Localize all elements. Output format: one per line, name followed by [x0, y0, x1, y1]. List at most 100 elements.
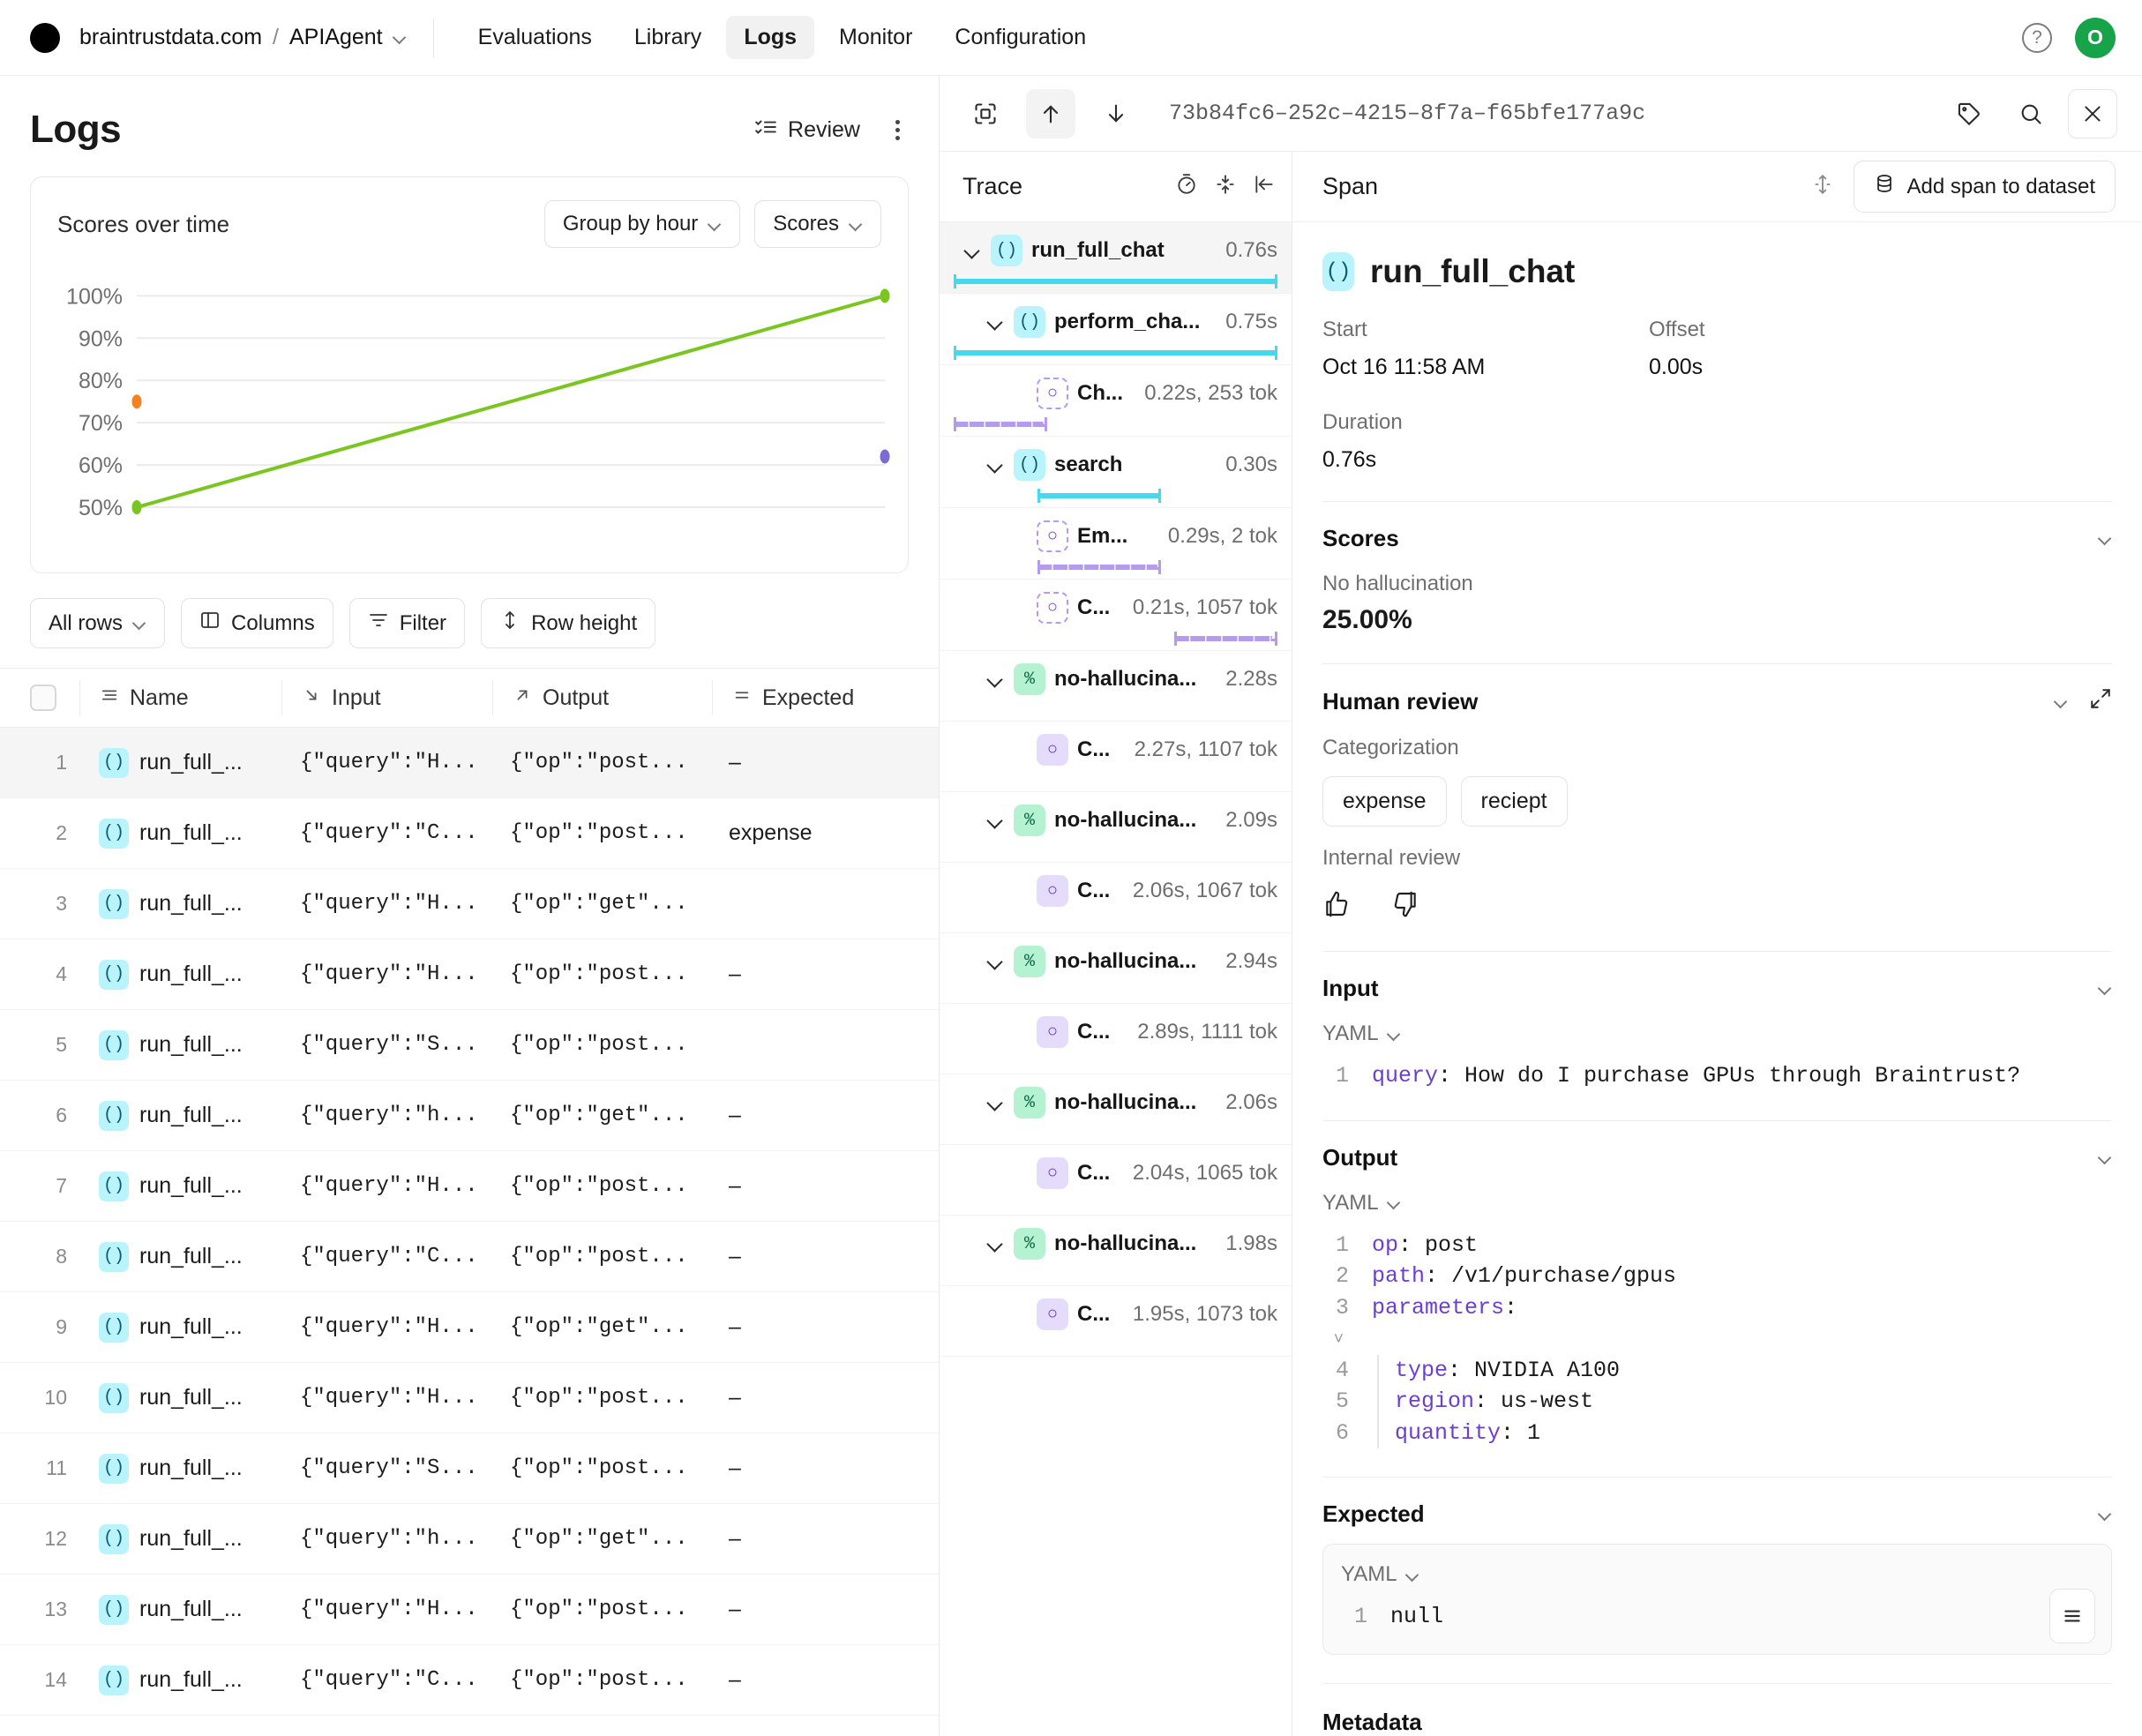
row-height-button[interactable]: Row height: [481, 598, 655, 648]
column-header-name[interactable]: Name: [80, 685, 281, 711]
focus-frame-icon[interactable]: [961, 89, 1010, 138]
tab-library[interactable]: Library: [617, 16, 719, 59]
trace-row[interactable]: ○C...2.06s, 1067 tok: [940, 863, 1292, 933]
table-row[interactable]: 9()run_full_...{"query":"H...{"op":"get"…: [0, 1292, 939, 1363]
trace-row[interactable]: ○C...2.27s, 1107 tok: [940, 722, 1292, 792]
next-trace-button[interactable]: [1091, 89, 1141, 138]
add-span-to-dataset-button[interactable]: Add span to dataset: [1854, 161, 2116, 213]
chevron-down-icon[interactable]: [962, 241, 982, 260]
hamburger-icon[interactable]: [2049, 1589, 2095, 1643]
table-row[interactable]: 11()run_full_...{"query":"S...{"op":"pos…: [0, 1433, 939, 1504]
thumbs-down-icon[interactable]: [1391, 890, 1419, 923]
chevron-down-icon[interactable]: [985, 670, 1005, 689]
trace-row[interactable]: ○C...1.95s, 1073 tok: [940, 1286, 1292, 1357]
output-section-header[interactable]: Output: [1322, 1121, 2112, 1171]
table-row[interactable]: 6()run_full_...{"query":"h...{"op":"get"…: [0, 1081, 939, 1151]
group-by-dropdown[interactable]: Group by hour: [544, 200, 740, 248]
scores-collapse-control[interactable]: [2099, 532, 2112, 545]
trace-row[interactable]: ○Ch...0.22s, 253 tok: [940, 365, 1292, 437]
table-row[interactable]: 5()run_full_...{"query":"S...{"op":"post…: [0, 1010, 939, 1081]
tag-icon[interactable]: [1944, 89, 1994, 138]
review-button[interactable]: Review: [754, 116, 860, 145]
table-row[interactable]: 13()run_full_...{"query":"H...{"op":"pos…: [0, 1575, 939, 1645]
trace-row[interactable]: ○Em...0.29s, 2 tok: [940, 508, 1292, 580]
logs-pane: Logs Review: [0, 76, 940, 1736]
column-header-label: Output: [543, 685, 609, 711]
trace-row[interactable]: %no-hallucina...2.28s: [940, 651, 1292, 722]
expected-editor[interactable]: YAML 1null: [1322, 1544, 2112, 1655]
tab-logs[interactable]: Logs: [726, 16, 814, 59]
avatar[interactable]: O: [2075, 18, 2116, 58]
help-icon[interactable]: ?: [2022, 23, 2052, 53]
table-row[interactable]: 8()run_full_...{"query":"C...{"op":"post…: [0, 1222, 939, 1292]
chevron-down-icon[interactable]: ˅: [1334, 1330, 1349, 1350]
table-row[interactable]: 14()run_full_...{"query":"C...{"op":"pos…: [0, 1645, 939, 1716]
chevron-down-icon[interactable]: [393, 31, 407, 44]
tab-configuration[interactable]: Configuration: [937, 16, 1104, 59]
thumbs-up-icon[interactable]: [1322, 890, 1351, 923]
chevron-down-icon[interactable]: [985, 1093, 1005, 1112]
input-format-selector[interactable]: YAML: [1322, 1021, 2112, 1046]
column-header-input[interactable]: Input: [282, 685, 492, 711]
expected-format-selector[interactable]: YAML: [1341, 1562, 2093, 1587]
column-header-output[interactable]: Output: [493, 685, 712, 711]
close-icon[interactable]: [2068, 89, 2117, 138]
kebab-menu-icon[interactable]: [887, 115, 909, 146]
collapse-left-icon[interactable]: [1253, 173, 1276, 200]
input-section-header[interactable]: Input: [1322, 952, 2112, 1002]
human-review-section-header[interactable]: Human review: [1322, 664, 2112, 716]
breadcrumb[interactable]: braintrustdata.com / APIAgent: [79, 25, 407, 50]
span-panel-title: Span: [1322, 173, 1378, 200]
trace-row[interactable]: ○C...2.89s, 1111 tok: [940, 1004, 1292, 1074]
output-format-selector[interactable]: YAML: [1322, 1191, 2112, 1216]
row-input: {"query":"H...: [281, 751, 491, 774]
table-row[interactable]: 1()run_full_...{"query":"H...{"op":"post…: [0, 728, 939, 798]
trace-row[interactable]: %no-hallucina...2.06s: [940, 1074, 1292, 1145]
output-collapse-control[interactable]: [2099, 1151, 2112, 1164]
table-row[interactable]: 12()run_full_...{"query":"h...{"op":"get…: [0, 1504, 939, 1575]
trace-row[interactable]: ()run_full_chat0.76s: [940, 222, 1292, 294]
tab-evaluations[interactable]: Evaluations: [461, 16, 610, 59]
trace-row[interactable]: ()perform_cha...0.75s: [940, 294, 1292, 365]
search-icon[interactable]: [2006, 89, 2056, 138]
table-header-row: Name Input: [0, 668, 939, 728]
filter-button[interactable]: Filter: [349, 598, 465, 648]
trace-row[interactable]: ○C...2.04s, 1065 tok: [940, 1145, 1292, 1216]
trace-row[interactable]: ()search0.30s: [940, 437, 1292, 508]
trace-row[interactable]: ○C...0.21s, 1057 tok: [940, 580, 1292, 651]
chip-reciept[interactable]: reciept: [1461, 776, 1568, 827]
columns-button[interactable]: Columns: [181, 598, 333, 648]
span-header-actions: Add span to dataset: [1811, 161, 2116, 213]
input-format-label: YAML: [1322, 1021, 1379, 1046]
trace-row[interactable]: %no-hallucina...1.98s: [940, 1216, 1292, 1286]
chevron-down-icon[interactable]: [985, 811, 1005, 830]
chevron-down-icon[interactable]: [985, 1234, 1005, 1253]
trace-row[interactable]: %no-hallucina...2.09s: [940, 792, 1292, 863]
input-collapse-control[interactable]: [2099, 982, 2112, 995]
chevron-down-icon[interactable]: [2055, 695, 2068, 708]
trace-row[interactable]: %no-hallucina...2.94s: [940, 933, 1292, 1004]
select-all-checkbox[interactable]: [30, 685, 56, 711]
timer-icon[interactable]: [1175, 173, 1198, 200]
chevron-down-icon[interactable]: [985, 455, 1005, 475]
collapse-vertical-icon[interactable]: [1214, 173, 1237, 200]
braintrust-logo-icon[interactable]: [30, 23, 60, 53]
metric-dropdown[interactable]: Scores: [754, 200, 881, 248]
table-row[interactable]: 4()run_full_...{"query":"H...{"op":"post…: [0, 939, 939, 1010]
table-row[interactable]: 2()run_full_...{"query":"C...{"op":"post…: [0, 798, 939, 869]
expand-icon[interactable]: [2089, 687, 2112, 716]
table-row[interactable]: 10()run_full_...{"query":"H...{"op":"pos…: [0, 1363, 939, 1433]
expected-section-header[interactable]: Expected: [1322, 1478, 2112, 1528]
all-rows-dropdown[interactable]: All rows: [30, 598, 165, 648]
resize-vertical-icon[interactable]: [1811, 173, 1834, 200]
scores-section-header[interactable]: Scores: [1322, 502, 2112, 552]
chevron-down-icon[interactable]: [985, 312, 1005, 332]
chevron-down-icon[interactable]: [985, 952, 1005, 971]
chip-expense[interactable]: expense: [1322, 776, 1447, 827]
expected-collapse-control[interactable]: [2099, 1508, 2112, 1521]
previous-trace-button[interactable]: [1026, 89, 1075, 138]
table-row[interactable]: 3()run_full_...{"query":"H...{"op":"get"…: [0, 869, 939, 939]
tab-monitor[interactable]: Monitor: [821, 16, 930, 59]
column-header-expected[interactable]: Expected: [713, 685, 933, 711]
table-row[interactable]: 7()run_full_...{"query":"H...{"op":"post…: [0, 1151, 939, 1222]
